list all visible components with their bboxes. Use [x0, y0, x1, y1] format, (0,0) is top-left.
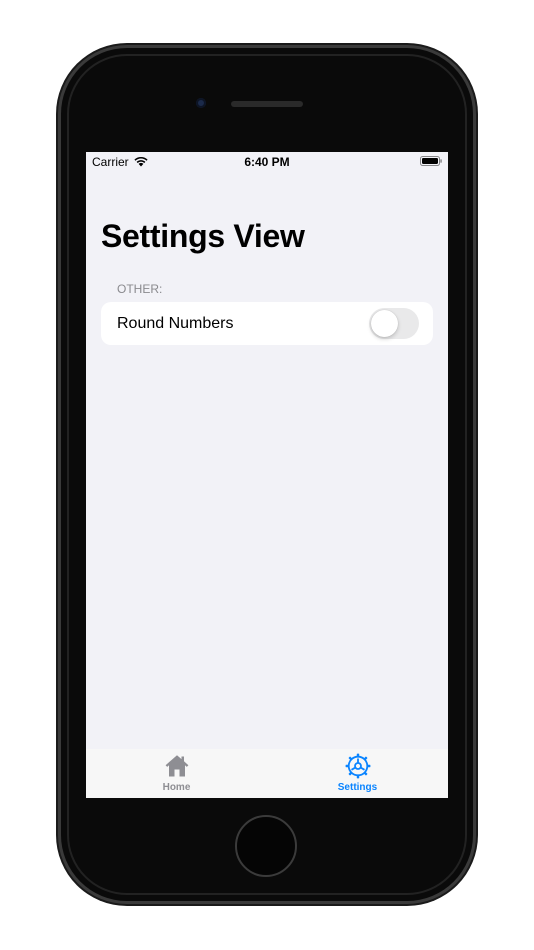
round-numbers-label: Round Numbers	[117, 315, 234, 332]
page-title: Settings View	[101, 218, 305, 254]
earpiece-speaker	[231, 101, 303, 107]
status-time: 6:40 PM	[244, 155, 290, 169]
home-button[interactable]	[235, 815, 297, 877]
round-numbers-toggle[interactable]	[369, 308, 419, 339]
section-header-other: OTHER:	[117, 282, 163, 296]
device-frame: Carrier 6:40 PM Settings View OTHER: Rou…	[0, 0, 534, 950]
app-screen: Carrier 6:40 PM Settings View OTHER: Rou…	[86, 152, 448, 798]
tab-home-label: Home	[162, 782, 191, 793]
toggle-knob	[371, 310, 398, 337]
house-icon	[165, 755, 188, 777]
front-camera	[196, 98, 206, 108]
settings-group: Round Numbers	[101, 302, 433, 345]
tab-home[interactable]: Home	[86, 749, 267, 798]
tab-bar: Home Settings	[86, 749, 448, 798]
tab-settings-label: Settings	[337, 782, 378, 793]
status-bar: Carrier 6:40 PM	[86, 152, 448, 172]
tab-settings[interactable]: Settings	[267, 749, 448, 798]
battery-icon	[420, 156, 442, 166]
gear-icon	[345, 753, 370, 779]
power-button	[473, 230, 477, 292]
